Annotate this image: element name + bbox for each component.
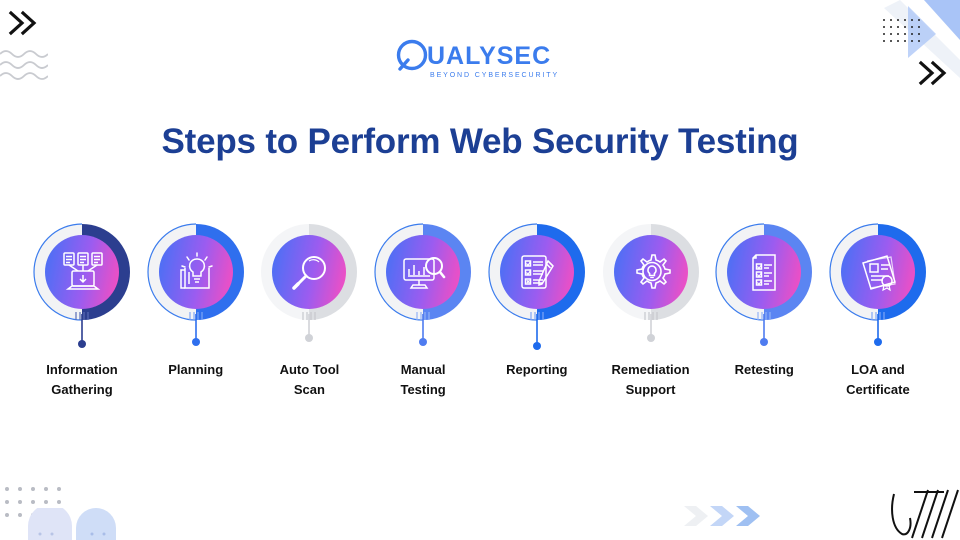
svg-text:UALYSEC: UALYSEC <box>427 42 551 70</box>
step-badge-5 <box>487 222 587 352</box>
step-badge-7 <box>714 222 814 352</box>
checklist-pencil-icon <box>509 244 567 302</box>
lightbulb-document-icon <box>168 244 226 302</box>
step-badge-2 <box>146 222 246 352</box>
magnifying-glass-icon <box>281 244 339 302</box>
step-item-7[interactable]: Retesting <box>708 222 820 380</box>
step-item-1[interactable]: Information Gathering <box>26 222 138 400</box>
monitor-chart-search-icon <box>395 244 453 302</box>
step-badge-4 <box>373 222 473 352</box>
step-item-5[interactable]: Reporting <box>481 222 593 380</box>
step-item-3[interactable]: Auto Tool Scan <box>253 222 365 400</box>
bottom-right-chevrons-decoration <box>684 506 760 526</box>
qualysec-logo-icon: UALYSEC BEYOND CYBERSECURITY <box>396 39 559 79</box>
gear-lightbulb-icon <box>623 244 681 302</box>
top-left-chevron-icon <box>8 10 37 36</box>
documents-laptop-download-icon <box>54 244 112 302</box>
certificate-seal-icon <box>850 244 908 302</box>
step-label-7: Retesting <box>734 362 794 377</box>
step-item-8[interactable]: LOA and Certificate <box>822 222 934 400</box>
step-label-4: Manual Testing <box>400 362 446 398</box>
steps-row: Information Gathering Planning Auto Tool… <box>26 222 934 400</box>
step-badge-6 <box>601 222 701 352</box>
step-badge-1 <box>32 222 132 352</box>
step-label-3: Auto Tool Scan <box>279 362 340 398</box>
step-badge-3 <box>259 222 359 352</box>
step-label-1: Information Gathering <box>46 362 118 398</box>
step-label-6: Remediation Support <box>611 362 690 398</box>
bottom-left-arches-decoration <box>28 508 116 540</box>
step-label-2: Planning <box>168 362 224 377</box>
step-item-4[interactable]: Manual Testing <box>367 222 479 400</box>
step-badge-8 <box>828 222 928 352</box>
brand-logo: UALYSEC BEYOND CYBERSECURITY <box>0 38 960 82</box>
page-title: Steps to Perform Web Security Testing <box>161 122 799 161</box>
document-checkboxes-icon <box>736 244 794 302</box>
step-label-8: LOA and Certificate <box>846 362 910 398</box>
step-label-5: Reporting <box>506 362 568 377</box>
logo-tagline: BEYOND CYBERSECURITY <box>430 72 559 79</box>
step-item-6[interactable]: Remediation Support <box>595 222 707 400</box>
bottom-left-dot-grid-decoration <box>5 487 61 517</box>
bottom-right-scribble-decoration <box>891 489 959 539</box>
step-item-2[interactable]: Planning <box>140 222 252 380</box>
